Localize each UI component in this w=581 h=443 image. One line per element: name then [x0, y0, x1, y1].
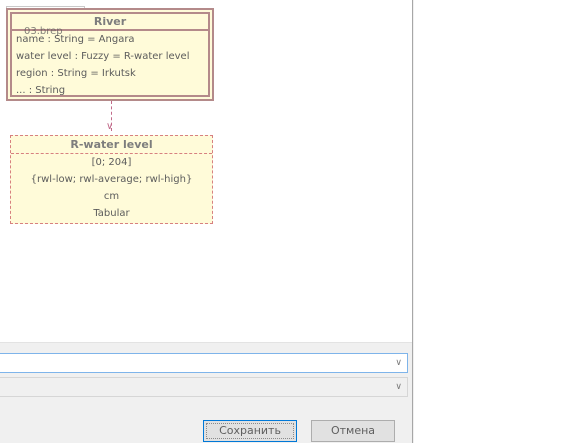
type-line: {rwl-low; rwl-average; rwl-high}: [30, 174, 193, 185]
type-line: [0; 204]: [91, 157, 132, 168]
class-attribute: water level : Fuzzy = R-water level: [16, 51, 190, 62]
water-level-type-title: R-water level: [11, 136, 212, 154]
cancel-button[interactable]: Отмена: [311, 420, 395, 442]
water-level-type-box[interactable]: R-water level [0; 204] {rwl-low; rwl-ave…: [10, 135, 213, 224]
river-class-inner: River name : String = Angara water level…: [10, 12, 210, 97]
river-class-box[interactable]: River name : String = Angara water level…: [6, 8, 214, 101]
class-attribute: region : String = Irkutsk: [16, 68, 136, 79]
class-attribute: ... : String: [16, 85, 66, 96]
combo-box-1[interactable]: ∨: [0, 353, 408, 373]
diagram-canvas[interactable]: River name : String = Angara water level…: [0, 0, 412, 343]
type-line: cm: [103, 191, 120, 202]
chevron-down-icon[interactable]: ∨: [395, 357, 402, 369]
dependency-arrow-icon: ∨: [106, 121, 114, 132]
type-line: Tabular: [93, 208, 130, 219]
combo-box-2[interactable]: ∨: [0, 377, 408, 397]
cancel-button-label: Отмена: [330, 424, 376, 437]
tooltip-label: 03.brep: [24, 26, 63, 37]
dialog-window: River name : String = Angara water level…: [0, 0, 413, 443]
save-button[interactable]: Сохранить: [203, 420, 297, 442]
chevron-down-icon[interactable]: ∨: [395, 381, 402, 393]
focus-ring: [206, 423, 294, 439]
right-pane: [414, 0, 581, 443]
